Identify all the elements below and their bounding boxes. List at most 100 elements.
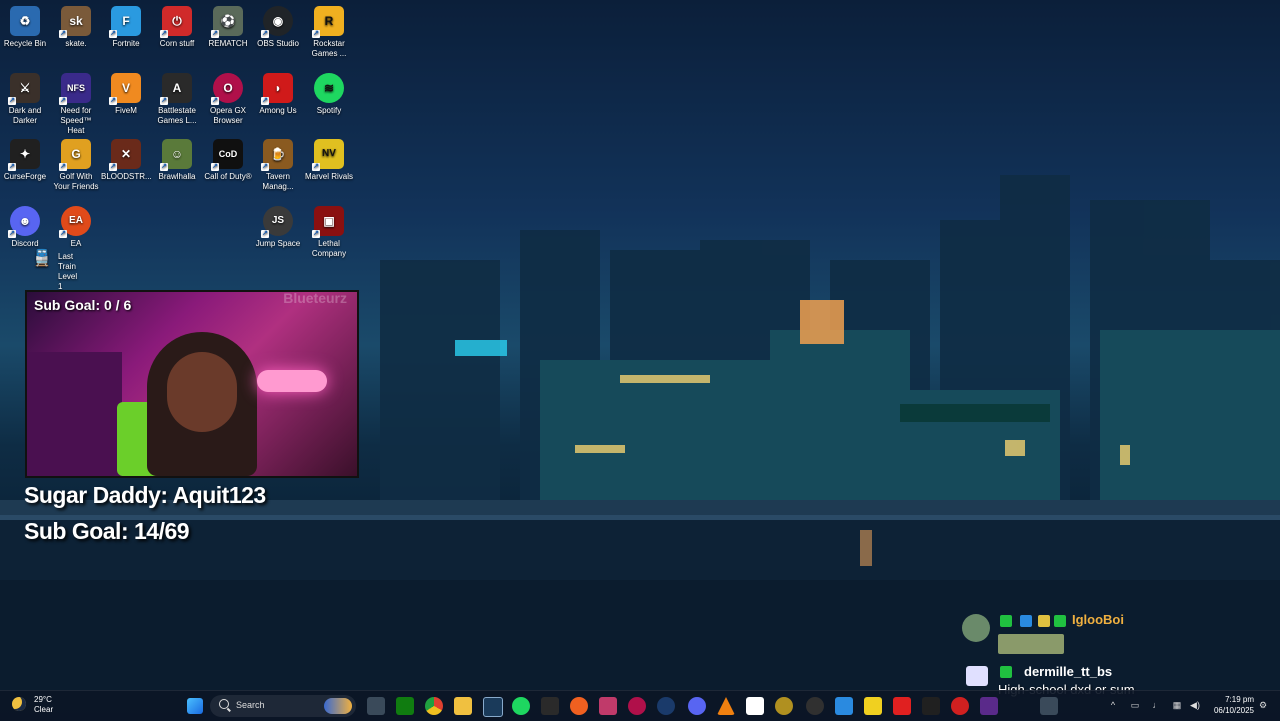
desktop-icon-jump-space[interactable]: JS ↗ Jump Space xyxy=(253,202,303,249)
taskbar: 29°C Clear Search ^ ▭ ♩ ▦ ◀) 7:19 pm 06/… xyxy=(0,690,1280,721)
chat-overlay: IglooBoi dermille_tt_bs High-school dxd … xyxy=(962,610,1182,700)
lethal-company-icon: ▣ ↗ xyxy=(312,206,344,238)
capcut-icon[interactable] xyxy=(746,697,764,715)
desktop-icon-skate[interactable]: sk ↗ skate. xyxy=(51,2,101,49)
desktop-icon-spotify[interactable]: ≋ Spotify xyxy=(304,69,354,116)
desktop-icon-recycle-bin[interactable]: ♻ Recycle Bin xyxy=(0,2,50,49)
task-view-icon[interactable] xyxy=(367,697,385,715)
desktop-icon-brawlhalla[interactable]: ☺ ↗ Brawlhalla xyxy=(152,135,202,182)
xbox-icon[interactable] xyxy=(396,697,414,715)
webcam-shelf xyxy=(27,352,122,476)
icon-label: Corn stuff xyxy=(159,39,195,48)
webcam-overlay: Blueteurz Sub Goal: 0 / 6 xyxy=(25,290,359,478)
start-icon[interactable] xyxy=(187,698,203,714)
game-icon[interactable] xyxy=(980,697,998,715)
desktop-icon-tavern[interactable]: 🍺 ↗ Tavern Manag... xyxy=(253,135,303,192)
icon-label: Tavern Manag... xyxy=(262,172,294,191)
avatar xyxy=(966,666,988,686)
jump-space-icon: JS ↗ xyxy=(261,206,293,238)
epic-games-icon[interactable] xyxy=(541,697,559,715)
red-app-icon[interactable] xyxy=(951,697,969,715)
firefox-icon[interactable] xyxy=(570,697,588,715)
desktop-icon-golf[interactable]: G ↗ Golf With Your Friends xyxy=(51,135,101,192)
system-clock[interactable]: 7:19 pm 06/10/2025 xyxy=(1214,694,1254,716)
desktop-icon-curseforge[interactable]: ✦ ↗ CurseForge xyxy=(0,135,50,182)
desktop-icon-rockstar[interactable]: R ↗ Rockstar Games ... xyxy=(304,2,354,59)
fivem-icon: V ↗ xyxy=(109,73,141,105)
desktop-icon-dark-and-darker[interactable]: ⚔ ↗ Dark and Darker xyxy=(0,69,50,126)
desktop-icon-bloodstrike[interactable]: ✕ ↗ BLOODSTR... xyxy=(101,135,152,182)
icon-label: CurseForge xyxy=(3,172,47,181)
snipping-tool-icon[interactable] xyxy=(599,697,617,715)
icon-label: Rockstar Games ... xyxy=(311,39,347,58)
desktop-icon-lethal-company[interactable]: ▣ ↗ Lethal Company xyxy=(304,202,354,259)
desktop-icon-among-us[interactable]: ◗ ↗ Among Us xyxy=(253,69,303,116)
desktop-icon-marvel-rivals[interactable]: NV ↗ Marvel Rivals xyxy=(304,135,354,182)
vegas-icon[interactable] xyxy=(483,697,503,717)
desktop-icon-ea[interactable]: EA ↗ EA xyxy=(51,202,101,249)
roblox-icon[interactable] xyxy=(893,697,911,715)
network-icon[interactable]: ▦ xyxy=(1172,700,1182,710)
desktop-icon-opera-gx[interactable]: O ↗ Opera GX Browser xyxy=(203,69,253,126)
dark-and-darker-icon: ⚔ ↗ xyxy=(8,73,40,105)
webcam-face xyxy=(167,352,237,432)
chrome-icon[interactable] xyxy=(425,697,443,715)
icon-label: OBS Studio xyxy=(257,39,299,48)
desktop-icon-fortnite[interactable]: F ↗ Fortnite xyxy=(101,2,151,49)
icon-label: Brawlhalla xyxy=(158,172,196,181)
badge-icon xyxy=(1020,615,1032,627)
weather-temp: 29°C xyxy=(34,695,52,704)
webcam-subgoal: Sub Goal: 0 / 6 xyxy=(34,297,132,313)
weather-condition: Clear xyxy=(34,705,54,714)
icon-label: Marvel Rivals xyxy=(304,172,353,181)
search-label: Search xyxy=(236,700,265,710)
golf-icon: G ↗ xyxy=(59,139,91,171)
sticky-notes-icon[interactable] xyxy=(864,697,882,715)
sub-goal-label: Sub Goal: 14/69 xyxy=(24,518,190,544)
radeon-icon[interactable] xyxy=(775,697,793,715)
chat-message: IglooBoi xyxy=(962,610,1182,658)
icon-label: Golf With Your Friends xyxy=(53,172,99,191)
terminal-icon[interactable] xyxy=(922,697,940,715)
icon-label: skate. xyxy=(65,39,87,48)
icon-label: EA xyxy=(70,239,82,248)
mic-icon[interactable]: ♩ xyxy=(1152,700,1162,710)
spotify-icon[interactable] xyxy=(512,697,530,715)
emote-icon xyxy=(998,634,1064,654)
desktop-icon-fivem[interactable]: V ↗ FiveM xyxy=(101,69,151,116)
desktop-icon-obs[interactable]: ◉ ↗ OBS Studio xyxy=(253,2,303,49)
icon-label: Call of Duty® xyxy=(204,172,252,181)
search-box[interactable]: Search xyxy=(210,695,356,717)
webcam-watermark: Blueteurz xyxy=(283,290,347,306)
icon-label: Dark and Darker xyxy=(8,106,42,125)
badge-icon xyxy=(1054,615,1066,627)
icon-label: FiveM xyxy=(115,106,137,115)
volume-icon[interactable]: ◀) xyxy=(1188,700,1202,710)
opera-gx-icon[interactable] xyxy=(628,697,646,715)
photos-icon[interactable] xyxy=(835,697,853,715)
desktop-icon-battlestate[interactable]: A ↗ Battlestate Games L... xyxy=(152,69,202,126)
webcam-mic xyxy=(257,370,327,392)
clock-time: 7:19 pm xyxy=(1225,695,1254,704)
chevron-up-icon[interactable]: ^ xyxy=(1108,700,1118,710)
vlc-icon[interactable] xyxy=(717,697,735,715)
ea-icon: EA ↗ xyxy=(59,206,91,238)
obs-icon[interactable] xyxy=(806,697,824,715)
desktop-icon-rematch[interactable]: ⚽ ↗ REMATCH xyxy=(203,2,253,49)
settings-icon[interactable]: ⚙ xyxy=(1258,700,1268,710)
bloodstrike-icon: ✕ ↗ xyxy=(109,139,141,171)
obs-icon: ◉ ↗ xyxy=(261,6,293,38)
discord-icon[interactable] xyxy=(688,697,706,715)
desktop-icon-discord[interactable]: ☻ ↗ Discord xyxy=(0,202,50,249)
desktop-icon-nfs-heat[interactable]: NFS ↗ Need for Speed™ Heat xyxy=(51,69,101,136)
battery-icon[interactable]: ▭ xyxy=(1130,700,1140,710)
file-explorer-icon[interactable] xyxy=(454,697,472,715)
steam-icon[interactable] xyxy=(657,697,675,715)
search-icon xyxy=(219,699,229,709)
tray-overflow-icon[interactable] xyxy=(1040,697,1058,715)
nfs-heat-icon: NFS ↗ xyxy=(59,73,91,105)
desktop-icon-call-of-duty[interactable]: CoD ↗ Call of Duty® xyxy=(203,135,253,182)
icon-label: Spotify xyxy=(316,106,342,115)
chat-username: dermille_tt_bs xyxy=(1024,664,1113,679)
desktop-icon-corn-stuff[interactable]: ⏻ ↗ Corn stuff xyxy=(152,2,202,49)
